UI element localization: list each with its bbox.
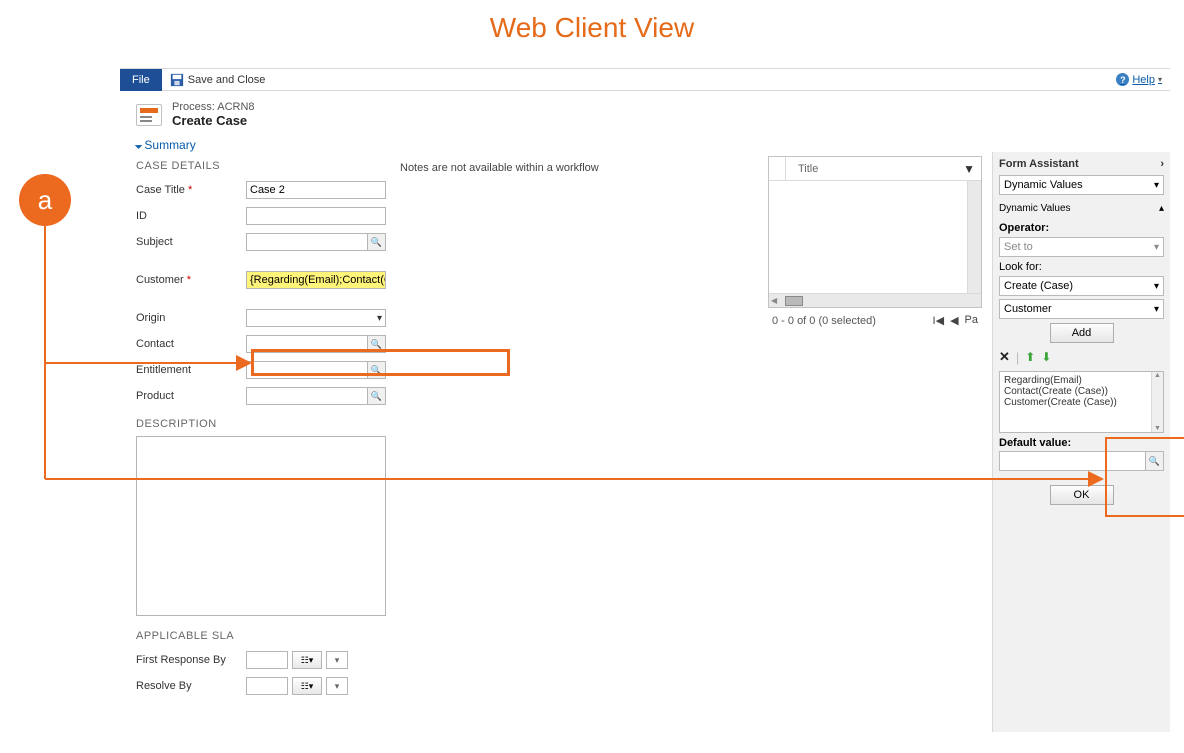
subgrid: Title ▼ ◀ 0 - 0 of 0 (0 selected) [768,156,982,732]
horizontal-scrollbar[interactable]: ◀ [769,293,981,307]
ok-button[interactable]: OK [1050,485,1114,505]
help-icon: ? [1116,73,1129,86]
process-icon [136,104,162,126]
case-details-title: CASE DETAILS [136,160,386,172]
move-up-icon[interactable]: ⬆ [1025,350,1035,364]
assistant-mode-dropdown[interactable]: Dynamic Values [999,175,1164,195]
save-icon [170,73,184,87]
time-dropdown[interactable]: ▾ [326,651,348,669]
operator-dropdown[interactable]: Set to [999,237,1164,257]
list-item[interactable]: Customer(Create (Case)) [1004,397,1159,408]
calendar-icon[interactable]: ☷▾ [292,651,322,669]
list-item[interactable]: Regarding(Email) [1004,375,1159,386]
case-title-field[interactable]: Case 2 [246,181,386,199]
resolve-by-label: Resolve By [136,680,246,692]
lookup-icon[interactable]: 🔍 [367,336,385,352]
move-down-icon[interactable]: ⬇ [1041,350,1051,364]
entitlement-field[interactable]: 🔍 [246,361,386,379]
product-field[interactable]: 🔍 [246,387,386,405]
calendar-icon[interactable]: ☷▾ [292,677,322,695]
process-step-name: Create Case [172,113,255,128]
default-value-label: Default value: [999,437,1164,449]
customer-field[interactable]: {Regarding(Email);Contact(Cr [246,271,386,289]
subgrid-body[interactable] [769,181,967,293]
ribbon: File Save and Close ? Help ▾ [120,69,1170,91]
sla-title: APPLICABLE SLA [136,630,386,642]
summary-section-link[interactable]: Summary [136,138,196,152]
product-label: Product [136,390,246,402]
add-button[interactable]: Add [1050,323,1114,343]
subject-field[interactable]: 🔍 [246,233,386,251]
save-and-close-label: Save and Close [188,74,266,86]
time-dropdown[interactable]: ▾ [326,677,348,695]
look-for-entity-dropdown[interactable]: Create (Case) [999,276,1164,296]
case-title-label: Case Title * [136,184,246,196]
id-label: ID [136,210,246,222]
look-for-label: Look for: [999,261,1164,273]
save-and-close-button[interactable]: Save and Close [170,73,266,87]
vertical-scrollbar[interactable] [1151,372,1163,432]
help-link[interactable]: ? Help ▾ [1116,73,1162,86]
page-label: Pa [965,314,978,327]
notes-unavailable-message: Notes are not available within a workflo… [400,162,599,174]
list-item[interactable]: Contact(Create (Case)) [1004,386,1159,397]
operator-label: Operator: [999,222,1164,234]
remove-icon[interactable]: ✕ [999,349,1010,365]
look-for-attribute-dropdown[interactable]: Customer [999,299,1164,319]
chevron-down-icon: ▾ [1158,75,1162,84]
first-response-label: First Response By [136,654,246,666]
form-assistant-title: Form Assistant [999,158,1079,170]
process-label: Process: ACRN8 [172,101,255,113]
id-field[interactable] [246,207,386,225]
process-header: Process: ACRN8 Create Case [120,91,1170,134]
origin-field[interactable] [246,309,386,327]
case-details-form: CASE DETAILS Case Title * Case 2 ID Subj… [136,156,386,732]
default-value-field[interactable]: 🔍 [999,451,1164,471]
vertical-scrollbar[interactable] [967,181,981,293]
filter-icon[interactable]: ▼ [963,162,975,176]
first-page-icon[interactable]: I◀ [933,314,945,327]
subgrid-count-label: 0 - 0 of 0 (0 selected) [772,315,876,327]
dynamic-values-toggle[interactable]: Dynamic Values [999,198,1164,218]
lookup-icon[interactable]: 🔍 [367,388,385,404]
customer-label: Customer * [136,274,246,286]
form-assistant-panel: Form Assistant › Dynamic Values Dynamic … [992,152,1170,732]
annotation-badge-a: a [19,174,71,226]
entitlement-label: Entitlement [136,364,246,376]
lookup-icon[interactable]: 🔍 [367,234,385,250]
contact-field[interactable]: 🔍 [246,335,386,353]
app-window: File Save and Close ? Help ▾ Process: AC… [120,68,1170,730]
origin-label: Origin [136,312,246,324]
subject-label: Subject [136,236,246,248]
help-label: Help [1132,74,1155,86]
chevron-right-icon[interactable]: › [1160,158,1164,170]
separator: | [1016,350,1019,365]
resolve-by-date-field[interactable] [246,677,288,695]
first-response-date-field[interactable] [246,651,288,669]
lookup-icon[interactable]: 🔍 [367,362,385,378]
dynamic-value-list[interactable]: Regarding(Email) Contact(Create (Case)) … [999,371,1164,433]
description-title: DESCRIPTION [136,418,386,430]
description-field[interactable] [136,436,386,616]
file-tab[interactable]: File [120,69,162,91]
lookup-icon[interactable]: 🔍 [1145,452,1163,470]
contact-label: Contact [136,338,246,350]
notes-area: Notes are not available within a workflo… [400,156,720,732]
prev-page-icon[interactable]: ◀ [950,314,958,327]
subgrid-title-column[interactable]: Title [785,157,963,181]
page-title: Web Client View [0,0,1184,62]
